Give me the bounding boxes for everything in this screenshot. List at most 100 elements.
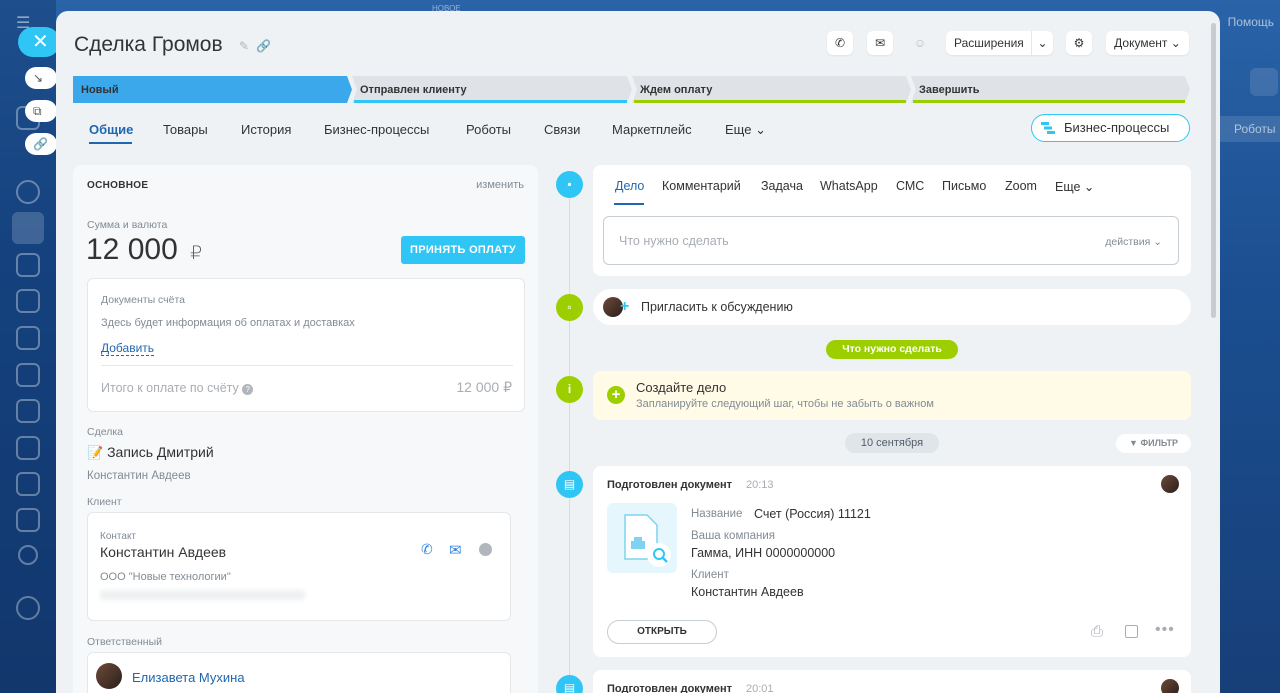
deal-record[interactable]: 📝 Запись Дмитрий [87, 444, 214, 461]
pencil-icon[interactable]: ✎ [239, 39, 249, 53]
tab-links[interactable]: Связи [544, 122, 580, 137]
tab-robots[interactable]: Роботы [466, 122, 511, 137]
tab-general[interactable]: Общие [89, 122, 133, 137]
act-tab-whatsapp[interactable]: WhatsApp [820, 179, 878, 193]
act-tab-comment[interactable]: Комментарий [662, 179, 741, 193]
user-icon[interactable] [18, 545, 38, 565]
timeline-line [569, 171, 570, 693]
responsible-avatar[interactable] [96, 663, 122, 689]
act-tab-sms[interactable]: СМС [896, 179, 924, 193]
help-link[interactable]: Помощь [1228, 15, 1274, 29]
gear-icon: ⚙ [1073, 36, 1085, 50]
open-document-button[interactable]: ОТКРЫТЬ [607, 620, 717, 644]
document-label: Документ [1114, 36, 1168, 50]
document-search-icon [624, 514, 671, 567]
tab-more[interactable]: Еще ⌄ [725, 122, 766, 138]
add-circle-icon[interactable]: + [607, 386, 625, 404]
sites-icon[interactable] [16, 508, 40, 532]
invite-card[interactable]: + Пригласить к обсуждению [593, 289, 1191, 325]
doc-preview-icon[interactable] [607, 503, 677, 573]
help-icon[interactable]: ? [242, 384, 254, 395]
tab-business-processes[interactable]: Бизнес-процессы [324, 122, 429, 137]
invoice-docs-info: Здесь будет информация об оплатах и дост… [101, 317, 355, 329]
client-label: Клиент [87, 496, 122, 508]
crm-icon[interactable] [12, 212, 44, 244]
tab-marketplace[interactable]: Маркетплейс [612, 122, 692, 137]
amount-label: Сумма и валюта [87, 219, 168, 231]
invoice-total-label: Итого к оплате по счёту ? [101, 381, 254, 395]
document-icon[interactable] [16, 363, 40, 387]
mini-label: НОВОЕ [432, 4, 461, 13]
doc-author-avatar[interactable] [1161, 475, 1179, 493]
title-actions: ✎ 🔗 [239, 39, 271, 53]
tab-products[interactable]: Товары [163, 122, 208, 137]
contact-phone-icon[interactable]: ✆ [421, 541, 433, 558]
invoice-total-value: 12 000 ₽ [456, 379, 512, 395]
contact-chat-icon[interactable] [479, 543, 492, 556]
hexagon-icon[interactable] [16, 180, 40, 204]
contacts-icon[interactable] [16, 472, 40, 496]
collapse-arrow-icon[interactable]: ↘ [25, 67, 57, 89]
act-tab-more[interactable]: Еще ⌄ [1055, 179, 1094, 194]
stage-waiting-payment[interactable]: Ждем оплату [632, 76, 906, 103]
doc-time: 20:13 [746, 479, 774, 491]
funnel-icon: ▼ [1129, 438, 1138, 448]
extensions-dropdown[interactable]: Расширения ⌄ [946, 31, 1053, 55]
act-tab-zoom[interactable]: Zoom [1005, 179, 1037, 193]
document-dropdown[interactable]: Документ ⌄ [1106, 31, 1189, 55]
create-task-card[interactable]: + Создайте дело Запланируйте следующий ш… [593, 371, 1191, 420]
mail-icon[interactable] [16, 436, 40, 460]
call-button[interactable]: ✆ [827, 31, 853, 55]
note-icon[interactable] [1125, 625, 1138, 638]
business-processes-button[interactable]: Бизнес-процессы [1031, 114, 1190, 142]
settings-icon[interactable] [16, 596, 40, 620]
plus-icon: + [620, 298, 630, 315]
add-invoice-link[interactable]: Добавить [101, 341, 155, 356]
bg-robots-label: Роботы [1216, 116, 1280, 142]
more-icon[interactable]: ••• [1155, 621, 1175, 639]
stage-finish[interactable]: Завершить [911, 76, 1185, 103]
responsible-name[interactable]: Елизавета Мухина [132, 670, 245, 685]
act-tab-more-label: Еще [1055, 180, 1081, 194]
act-tab-task[interactable]: Задача [761, 179, 803, 193]
doc-client-value: Константин Авдеев [691, 585, 804, 599]
act-tab-mail[interactable]: Письмо [942, 179, 986, 193]
drive-icon[interactable] [16, 399, 40, 423]
scrollbar[interactable] [1211, 23, 1216, 318]
contact-email-icon[interactable]: ✉ [449, 541, 462, 559]
chevron-down-icon: ⌄ [755, 122, 766, 137]
deal-person: Константин Авдеев [87, 470, 191, 482]
link-icon[interactable]: 🔗 [256, 39, 271, 53]
edit-link[interactable]: изменить [476, 179, 524, 191]
contact-name[interactable]: Константин Авдеев [100, 544, 226, 560]
business-process-icon [1041, 122, 1055, 134]
stage-new[interactable]: Новый [73, 76, 347, 103]
phone-icon: ✆ [834, 36, 846, 50]
act-tab-deal[interactable]: Дело [615, 179, 644, 193]
open-new-window-icon[interactable]: ⧉ [25, 100, 57, 122]
settings-button[interactable]: ⚙ [1066, 31, 1092, 55]
invoice-docs-label: Документы счёта [101, 294, 186, 306]
stage-sent-to-client[interactable]: Отправлен клиенту [352, 76, 627, 103]
calendar-icon[interactable] [16, 289, 40, 313]
copy-link-icon[interactable]: 🔗 [25, 133, 57, 155]
doc-company-label: Ваша компания [691, 530, 775, 542]
chat-bubble-icon: ☺ [913, 36, 927, 50]
tab-history[interactable]: История [241, 122, 291, 137]
doc2-author-avatar[interactable] [1161, 679, 1179, 693]
chevron-down-icon: ⌄ [1153, 236, 1162, 248]
print-icon[interactable]: ⎙ [1091, 623, 1103, 640]
message-button[interactable]: ☺ [907, 31, 933, 55]
document-icon: ▤ [563, 681, 576, 693]
active-tab-indicator [89, 142, 132, 144]
doc-title: Подготовлен документ [607, 479, 733, 491]
robot-icon[interactable] [16, 326, 40, 350]
accept-payment-button[interactable]: ПРИНЯТЬ ОПЛАТУ [401, 236, 525, 264]
filter-label: ФИЛЬТР [1140, 438, 1178, 448]
close-slider-button[interactable]: ✕ [18, 27, 60, 57]
filter-button[interactable]: ▼ ФИЛЬТР [1116, 434, 1191, 453]
email-button[interactable]: ✉ [867, 31, 893, 55]
actions-dropdown[interactable]: действия ⌄ [1105, 236, 1162, 248]
tasks-icon[interactable] [16, 253, 40, 277]
todo-input[interactable]: Что нужно сделать действия ⌄ [603, 216, 1179, 265]
